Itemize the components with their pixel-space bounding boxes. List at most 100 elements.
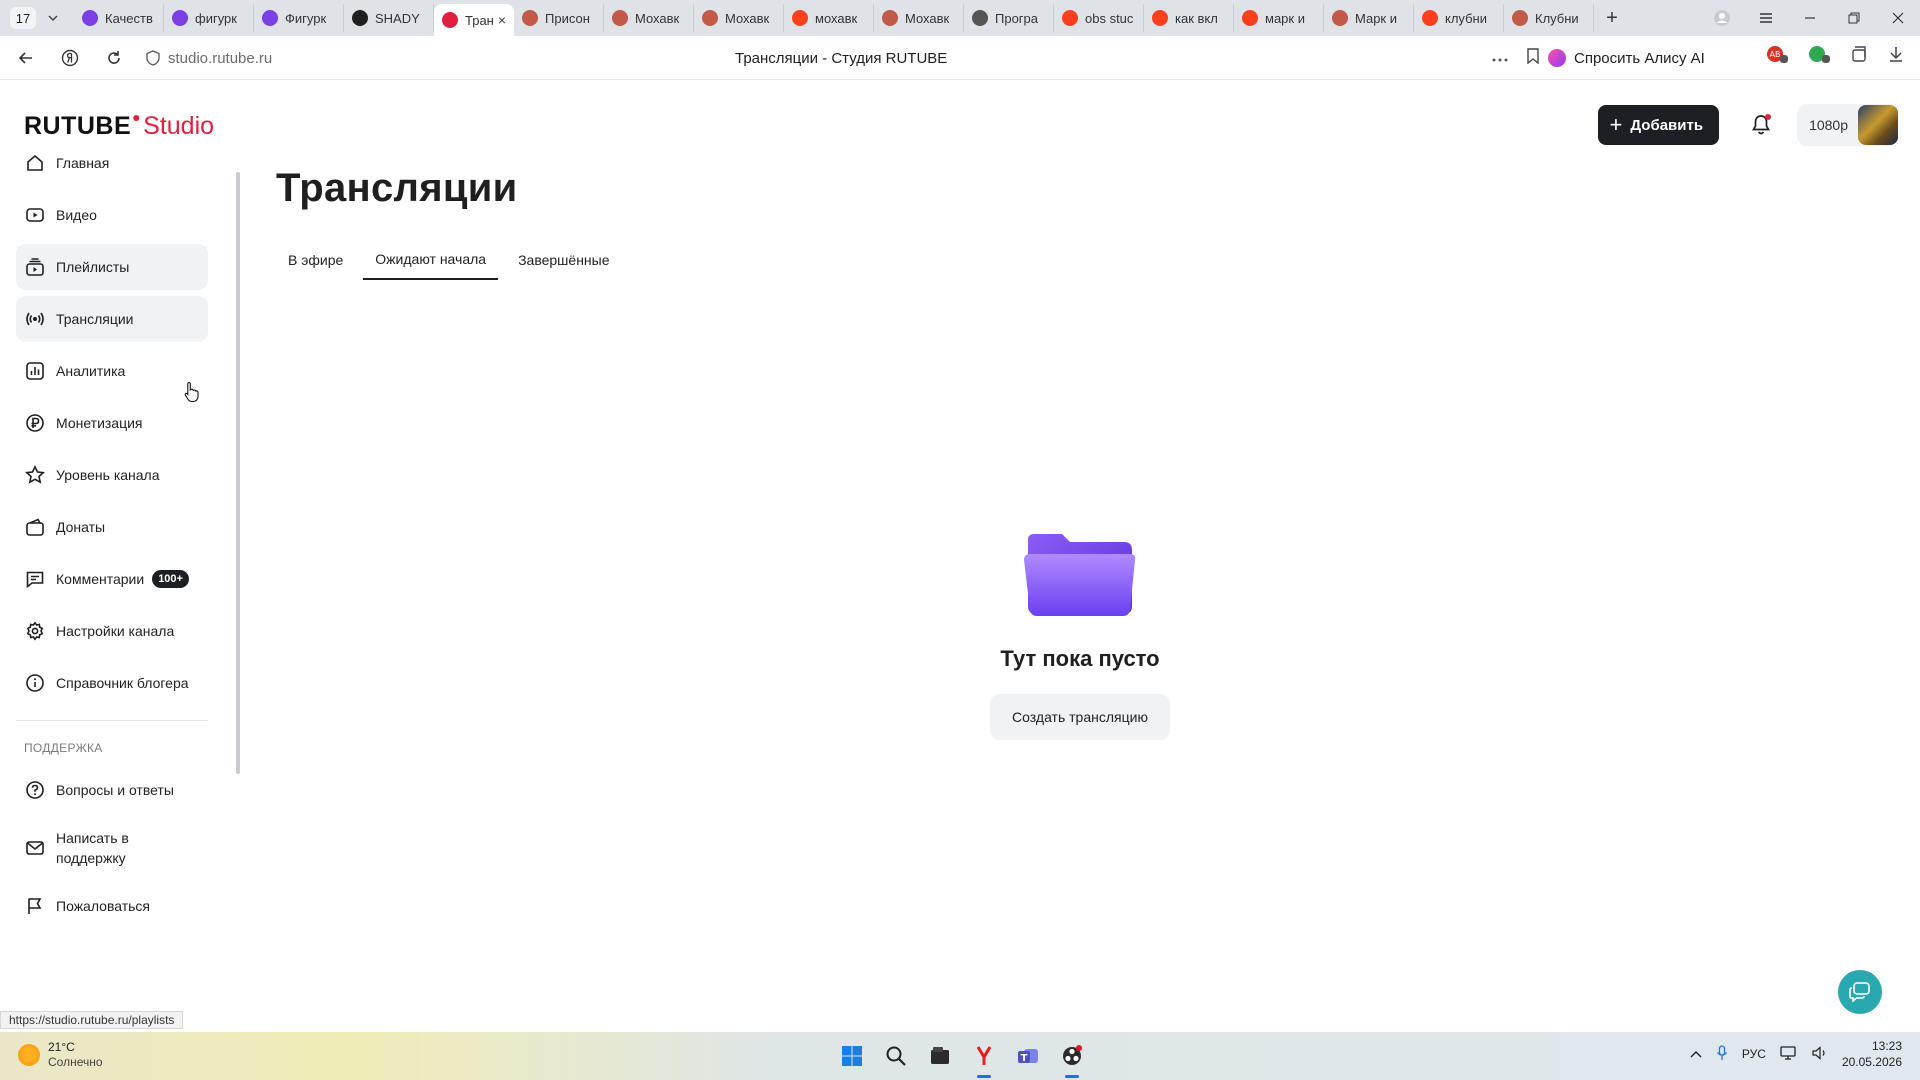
close-window-icon[interactable]	[1876, 0, 1920, 36]
browser-tab[interactable]: марк и	[1234, 4, 1324, 32]
address-bar: studio.rutube.ru Трансляции - Студия RUT…	[0, 36, 1920, 80]
close-tab-icon[interactable]: ×	[498, 12, 506, 28]
quality-label: 1080p	[1809, 117, 1848, 133]
sidebar-item-video[interactable]: Видео	[16, 192, 208, 238]
browser-tab[interactable]: Мохавк	[604, 4, 694, 32]
sidebar-item-mail[interactable]: Написать в поддержку	[16, 819, 208, 877]
avatar-icon	[612, 10, 628, 26]
chevron-down-icon[interactable]	[42, 7, 64, 29]
sidebar-item-home[interactable]: Главная	[16, 140, 208, 186]
browser-tab[interactable]: мохавк	[784, 4, 874, 32]
sidebar-item-playlists[interactable]: Плейлисты	[16, 244, 208, 290]
microphone-icon[interactable]	[1716, 1044, 1728, 1064]
vpn-icon[interactable]	[1808, 44, 1830, 69]
ruble-icon	[24, 412, 46, 434]
url-host: studio.rutube.ru	[168, 49, 273, 67]
url-field[interactable]: studio.rutube.ru Трансляции - Студия RUT…	[140, 42, 1540, 74]
clock[interactable]: 13:23 20.05.2026	[1842, 1038, 1902, 1070]
alice-label: Спросить Алису AI	[1574, 49, 1705, 67]
browser-tab[interactable]: Мохавк	[874, 4, 964, 32]
tab-counter[interactable]: 17	[10, 7, 36, 29]
menu-icon[interactable]	[1744, 0, 1788, 36]
logo-main: RUTUBE	[24, 112, 132, 140]
status-bar-url: https://studio.rutube.ru/playlists	[0, 1011, 184, 1029]
yandex-icon	[1062, 10, 1078, 26]
yandex-icon	[792, 10, 808, 26]
sidebar-item-analytics[interactable]: Аналитика	[16, 348, 208, 394]
browser-tab[interactable]: Марк и	[1324, 4, 1414, 32]
tab-upcoming[interactable]: Ожидают начала	[363, 240, 499, 280]
sidebar-item-star[interactable]: Уровень канала	[16, 452, 208, 498]
tab-live[interactable]: В эфире	[276, 240, 355, 280]
sidebar-item-broadcast[interactable]: Трансляции	[16, 296, 208, 342]
sidebar-item-comment[interactable]: Комментарии 100+	[16, 556, 208, 602]
volume-icon[interactable]	[1812, 1045, 1828, 1063]
sidebar-item-gear[interactable]: Настройки канала	[16, 608, 208, 654]
notifications-button[interactable]	[1741, 105, 1781, 145]
browser-tab-label: Програ	[995, 10, 1039, 26]
browser-tab[interactable]: Клубни	[1504, 4, 1594, 32]
weather-widget[interactable]: 21°C Солнечно	[18, 1040, 103, 1070]
extension-icons: AB	[1766, 44, 1904, 69]
bookmark-icon[interactable]	[1526, 47, 1540, 69]
language-indicator[interactable]: РУС	[1742, 1047, 1766, 1061]
adblock-icon[interactable]: AB	[1766, 44, 1788, 69]
browser-tab-label: obs stuc	[1085, 10, 1134, 26]
sidebar-item-donate[interactable]: Донаты	[16, 504, 208, 550]
browser-tab[interactable]: Програ	[964, 4, 1054, 32]
yandex-browser-icon[interactable]	[968, 1040, 1000, 1078]
network-icon[interactable]	[1780, 1045, 1798, 1063]
browser-tab[interactable]: Фигурк	[254, 4, 344, 32]
back-icon[interactable]	[8, 40, 44, 76]
support-chat-button[interactable]	[1838, 970, 1882, 1014]
empty-state-title: Тут пока пусто	[1000, 646, 1160, 671]
window-controls	[1700, 0, 1920, 36]
windows-start-icon[interactable]	[836, 1040, 868, 1072]
plus-icon: +	[1609, 112, 1623, 137]
reload-icon[interactable]	[96, 40, 132, 76]
star-icon	[24, 464, 46, 486]
restore-icon[interactable]	[1832, 0, 1876, 36]
collections-icon[interactable]	[1850, 45, 1868, 68]
sidebar-item-info[interactable]: Справочник блогера	[16, 660, 208, 706]
browser-tab[interactable]: как вкл	[1144, 4, 1234, 32]
yandex-home-icon[interactable]	[52, 40, 88, 76]
page-title-in-bar: Трансляции - Студия RUTUBE	[735, 49, 948, 67]
profile-button[interactable]: 1080p	[1797, 104, 1898, 146]
browser-tab[interactable]: obs stuc	[1054, 4, 1144, 32]
svg-text:T: T	[1021, 1053, 1028, 1064]
avatar-icon	[1332, 10, 1348, 26]
sidebar-item-flag[interactable]: Пожаловаться	[16, 883, 208, 929]
browser-tab[interactable]: клубни	[1414, 4, 1504, 32]
file-explorer-icon[interactable]	[924, 1040, 956, 1072]
sidebar-scrollbar[interactable]	[236, 172, 240, 774]
rutube-studio-logo[interactable]: RUTUBE ● Studio	[24, 109, 214, 141]
sidebar-item-ruble[interactable]: Монетизация	[16, 400, 208, 446]
more-icon[interactable]	[1492, 49, 1508, 67]
browser-tab[interactable]: Присон	[514, 4, 604, 32]
chevron-up-icon[interactable]	[1690, 1047, 1702, 1061]
new-tab-button[interactable]: +	[1598, 4, 1626, 32]
teams-icon[interactable]: T	[1012, 1040, 1044, 1072]
avatar-icon	[522, 10, 538, 26]
alice-button[interactable]: Спросить Алису AI	[1548, 42, 1705, 74]
url-actions	[1492, 47, 1540, 69]
sidebar-item-question[interactable]: Вопросы и ответы	[16, 767, 208, 813]
tab-finished[interactable]: Завершённые	[506, 240, 621, 280]
minimize-icon[interactable]	[1788, 0, 1832, 36]
add-button[interactable]: + Добавить	[1597, 105, 1720, 145]
browser-tab-label: Качеств	[105, 10, 153, 26]
sidebar-item-label: Видео	[56, 207, 97, 223]
search-icon[interactable]	[880, 1040, 912, 1072]
avatar-icon	[1512, 10, 1528, 26]
browser-tab[interactable]: фигурк	[164, 4, 254, 32]
download-icon[interactable]	[1888, 45, 1904, 68]
browser-tab[interactable]: Качеств	[74, 4, 164, 32]
profile-icon[interactable]	[1700, 0, 1744, 36]
browser-tab[interactable]: Мохавк	[694, 4, 784, 32]
browser-tab[interactable]: Тран ×	[434, 4, 514, 36]
sidebar-support-list: Вопросы и ответы Написать в поддержку Пожа…	[16, 767, 208, 929]
browser-tab[interactable]: SHADY	[344, 4, 434, 32]
obs-icon[interactable]	[1056, 1040, 1088, 1078]
create-broadcast-button[interactable]: Создать трансляцию	[990, 694, 1170, 740]
